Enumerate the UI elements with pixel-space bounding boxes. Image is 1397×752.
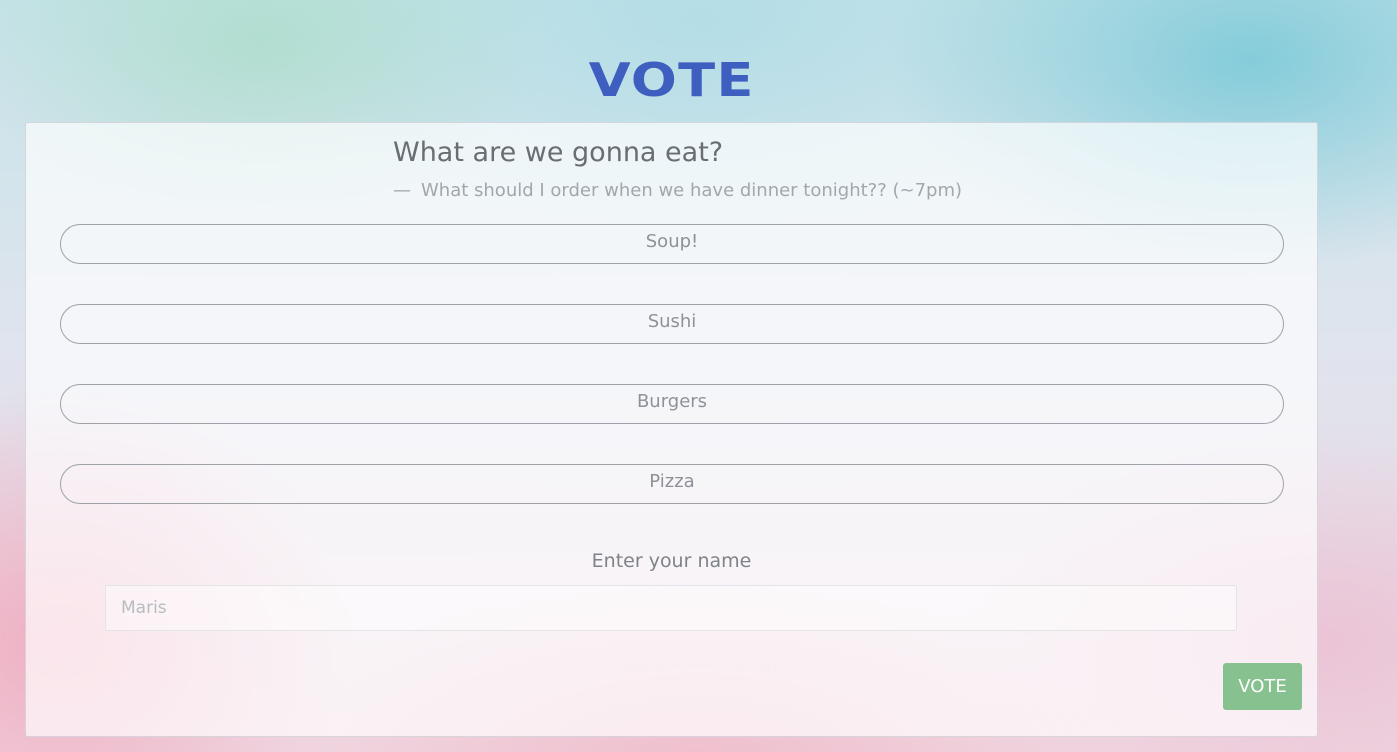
option-button-soup[interactable]: Soup!: [60, 224, 1284, 264]
option-button-pizza[interactable]: Pizza: [60, 464, 1284, 504]
description-dash: —: [393, 180, 411, 201]
description-text: What should I order when we have dinner …: [421, 180, 963, 201]
name-input[interactable]: [105, 585, 1237, 631]
question-title: What are we gonna eat?: [393, 137, 724, 168]
option-button-sushi[interactable]: Sushi: [60, 304, 1284, 344]
question-description: — What should I order when we have dinner…: [393, 179, 962, 203]
option-button-burgers[interactable]: Burgers: [60, 384, 1284, 424]
page-title: VOTE: [588, 53, 755, 107]
name-field-label: Enter your name: [591, 550, 752, 572]
poll-card: What are we gonna eat? — What should I or…: [25, 122, 1318, 737]
vote-submit-button[interactable]: VOTE: [1223, 663, 1302, 710]
